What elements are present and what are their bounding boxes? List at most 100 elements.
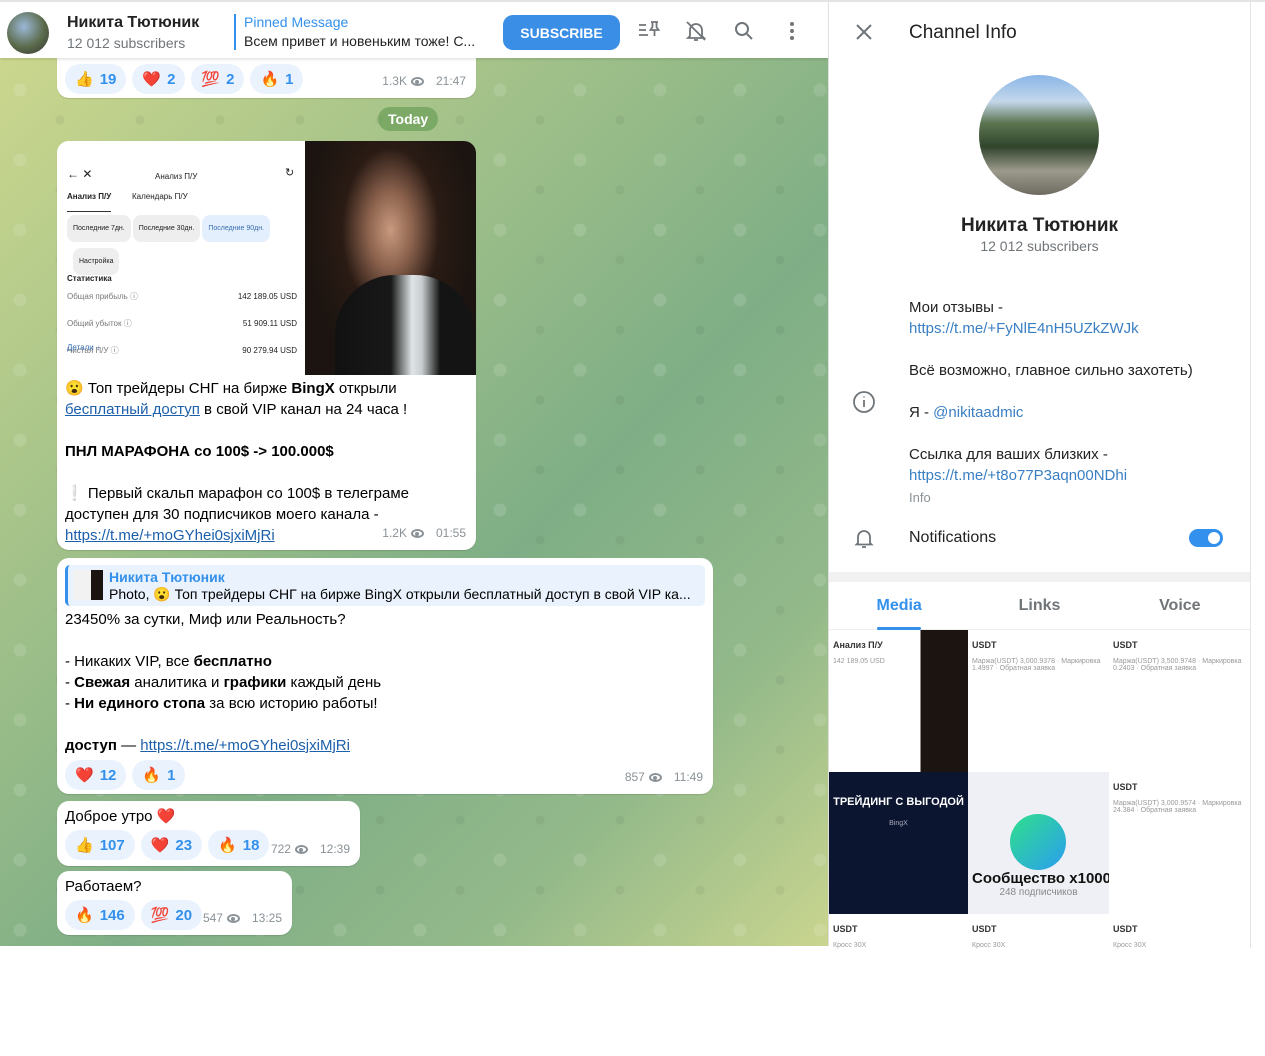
reply-author: Никита Тютюник [109,569,225,585]
text: - [65,695,75,712]
reaction-button[interactable]: ❤️ 12 [65,760,127,790]
chip: Последние 30дн. [132,215,201,242]
media-tabs: Media Links Voice [829,582,1250,630]
subscriber-count: 12 012 subscribers [67,35,186,51]
view-count: 547 [202,911,223,925]
text: в свой VIP канал на 24 часа ! [199,401,408,418]
eye-icon [226,914,240,923]
link[interactable]: https://t.me/+FyNlE4nH5UZkZWJk [909,320,1139,337]
eye-icon [294,845,308,854]
mention-link[interactable]: @nikitaadmic [933,404,1023,421]
message-meta: 722 12:39 [271,839,350,860]
channel-name[interactable]: Никита Тютюник [67,14,199,32]
channel-avatar-large[interactable] [979,75,1099,195]
reaction-emoji: 🔥 [75,906,94,924]
mute-bell-icon[interactable] [684,19,708,43]
message-meta: 547 13:25 [203,908,282,929]
back-arrow-icon: ← ✕ [67,167,93,181]
message-text: 😮 Топ трейдеры СНГ на бирже BingX открыл… [65,378,470,546]
media-thumbnail[interactable]: USDT Маржа(USDT) 3,000.9378 · Маркировка … [968,630,1109,772]
thumbnail-title: USDT [833,924,858,934]
x10-badge [1010,814,1066,870]
media-thumbnail[interactable]: Сообщество x1000 248 подписчиков [968,772,1109,914]
pinned-message[interactable]: Pinned Message Всем привет и новеньким т… [234,14,475,50]
media-thumbnail[interactable]: ТРЕЙДИНГ С ВЫГОДОЙ BingX [829,772,968,914]
text: — [116,737,141,754]
reaction-button[interactable]: 💯 2 [191,64,245,94]
media-thumbnail[interactable]: USDT Кросс 30X [1109,914,1250,1056]
pinned-label: Pinned Message [244,14,349,30]
reaction-button[interactable]: ❤️ 23 [140,830,203,860]
stats-row: Общая прибыль ⓘ 142 189.05 USD [67,286,297,307]
text: Ни единого стопа [74,695,206,712]
thumbnail-title: USDT [1113,640,1138,650]
invite-link[interactable]: https://t.me/+moGYhei0sjxiMjRi [140,737,350,754]
reaction-count: 2 [226,70,235,88]
reply-quote[interactable]: Никита Тютюник Photo, 😮 Топ трейдеры СНГ… [65,565,705,606]
channel-info-panel: Channel Info Никита Тютюник 12 012 subsc… [828,0,1265,1056]
media-thumbnail[interactable]: Анализ П/У 142 189.05 USD [829,630,968,772]
thumbnail-text: 142 189.05 USD [833,658,885,665]
media-thumbnail[interactable]: USDT Кросс 30X [829,914,968,1056]
reaction-count: 107 [99,836,125,854]
media-thumbnail[interactable]: USDT Кросс 30X [968,914,1109,1056]
message-bubble: ← ✕ Анализ П/У ↻ Анализ П/У Календарь П/… [57,141,476,550]
scrollbar[interactable] [1250,2,1251,948]
message-bubble: Доброе утро ❤️ 👍 107 ❤️ 23 🔥 18 722 12:39 [57,801,360,866]
pinned-list-icon[interactable] [637,19,661,43]
link[interactable]: https://t.me/+t8o77P3aqn00NDhi [909,467,1127,484]
reaction-button[interactable]: ❤️ 2 [132,64,186,94]
chip: Последние 90дн. [202,215,271,242]
message-meta: 1.2K 01:55 [382,523,466,544]
notifications-toggle[interactable] [1189,529,1223,547]
more-menu-icon[interactable] [780,19,804,43]
tab-media[interactable]: Media [829,582,969,630]
media-thumbnail[interactable]: USDT Маржа(USDT) 3,500.9748 · Маркировка … [1109,630,1250,772]
reaction-button[interactable]: 🔥 18 [208,830,270,860]
reaction-count: 23 [175,836,193,854]
pinned-text: Всем привет и новеньким тоже! С... [244,33,476,49]
message-text: Доброе утро ❤️ [65,808,176,825]
invite-link[interactable]: https://t.me/+moGYhei0sjxiMjRi [65,527,275,544]
thumbnail-text: Маржа(USDT) 3,000.9378 · Маркировка 1.49… [972,658,1101,672]
text: Всё возможно, главное сильно захотеть) [909,362,1193,379]
reaction-button[interactable]: 🔥 1 [132,760,186,790]
reaction-button[interactable]: 👍 107 [65,830,135,860]
text: за всю историю работы! [205,695,378,712]
photo-man-portrait[interactable] [305,141,476,375]
tab-voice[interactable]: Voice [1110,582,1250,629]
view-count: 1.3K [382,74,407,88]
text: Свежая [74,674,131,691]
text-link[interactable]: бесплатный доступ [65,401,200,418]
text: - Никаких VIP, все [65,653,194,670]
info-icon [853,391,875,413]
stats-label: Общая прибыль ⓘ [67,292,139,301]
stats-rows: Общая прибыль ⓘ 142 189.05 USD Общий убыто… [67,286,297,367]
thumbnail-title: USDT [972,640,997,650]
reactions: 👍 19 ❤️ 2 💯 2 🔥 1 [65,64,309,94]
stats-value: 51 909.11 USD [242,319,297,328]
message-meta: 857 11:49 [625,767,703,788]
reaction-emoji: 👍 [75,836,94,854]
chip: Последние 7дн. [67,215,131,242]
channel-avatar[interactable] [7,12,49,54]
subscribe-button[interactable]: SUBSCRIBE [503,15,620,50]
stats-title: Анализ П/У [155,172,198,181]
view-count: 1.2K [382,526,407,540]
stats-row: Общий убыток ⓘ 51 909.11 USD [67,313,297,334]
reaction-button[interactable]: 🔥 146 [65,900,135,930]
tab-links[interactable]: Links [969,582,1109,629]
reaction-button[interactable]: 💯 20 [140,900,203,930]
text: 23450% за сутки, Миф или Реальность? [65,611,346,628]
close-icon[interactable] [855,23,873,41]
thumbnail-title: USDT [1113,924,1138,934]
stats-row: Чистая П/У ⓘ 90 279.94 USD [67,340,297,361]
channel-name: Никита Тютюник [960,215,1119,236]
media-thumbnail[interactable]: USDT Маржа(USDT) 3,000.9574 · Маркировка … [1109,772,1250,914]
stats-tab: Календарь П/У [132,192,188,201]
photo-stats-screenshot[interactable]: ← ✕ Анализ П/У ↻ Анализ П/У Календарь П/… [57,141,305,375]
reaction-button[interactable]: 👍 19 [65,64,127,94]
search-icon[interactable] [732,19,756,43]
reactions: 👍 107 ❤️ 23 🔥 18 [65,830,275,860]
reaction-button[interactable]: 🔥 1 [250,64,304,94]
